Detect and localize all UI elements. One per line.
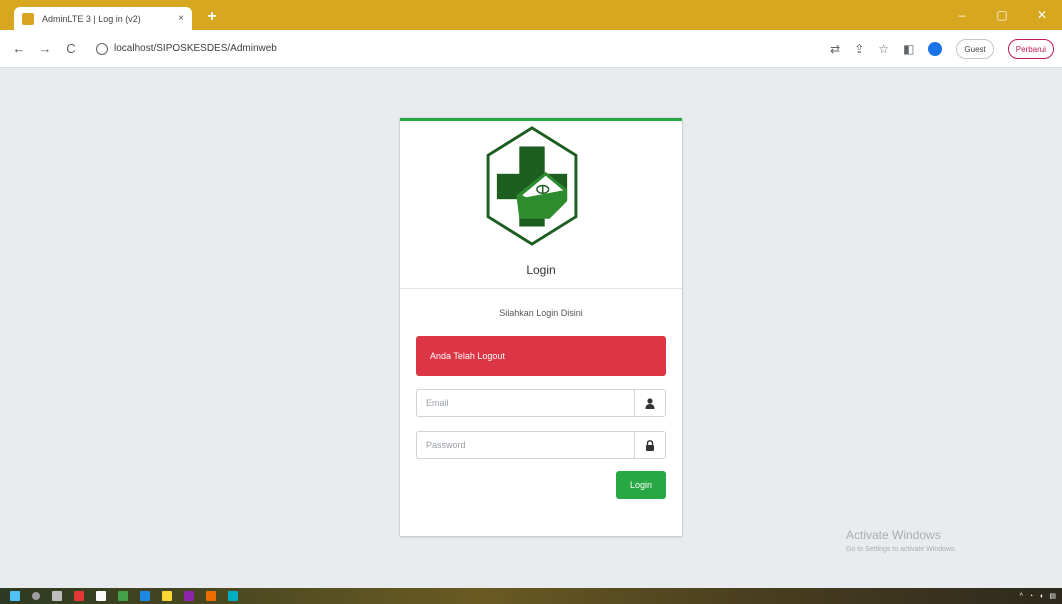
- app-icon[interactable]: [228, 591, 238, 601]
- guest-button[interactable]: Guest: [956, 39, 994, 59]
- lock-icon: [634, 431, 666, 459]
- card-body: Silahkan Login Disini Anda Telah Logout …: [400, 308, 682, 499]
- address-bar[interactable]: localhost/SIPOSKESDES/Adminweb: [90, 36, 610, 62]
- browser-toolbar: ← → C localhost/SIPOSKESDES/Adminweb ⇄ ⇪…: [0, 30, 1062, 68]
- user-icon: [634, 389, 666, 417]
- translate-icon[interactable]: ⇄: [830, 42, 840, 56]
- app-icon[interactable]: [162, 591, 172, 601]
- app-icon[interactable]: [184, 591, 194, 601]
- volume-icon[interactable]: ◖: [1039, 593, 1043, 600]
- close-window-button[interactable]: ✕: [1022, 0, 1062, 30]
- password-group: [416, 431, 666, 459]
- app-icon[interactable]: [96, 591, 106, 601]
- app-icon[interactable]: [118, 591, 128, 601]
- watermark-subtitle: Go to Settings to activate Windows.: [846, 546, 957, 553]
- new-tab-button[interactable]: +: [203, 8, 221, 26]
- browser-tab[interactable]: AdminLTE 3 | Log in (v2) ×: [14, 7, 192, 30]
- app-icon[interactable]: [140, 591, 150, 601]
- app-icon[interactable]: [74, 591, 84, 601]
- card-header: Login: [400, 121, 682, 289]
- side-panel-icon[interactable]: ◧: [903, 42, 914, 56]
- url-text[interactable]: localhost/SIPOSKESDES/Adminweb: [114, 43, 277, 54]
- share-icon[interactable]: ⇪: [854, 42, 864, 56]
- update-button[interactable]: Perbarui: [1007, 39, 1054, 59]
- watermark-title: Activate Windows: [846, 528, 941, 542]
- back-icon[interactable]: ←: [8, 41, 30, 56]
- search-icon[interactable]: [32, 592, 40, 600]
- login-button[interactable]: Login: [616, 471, 666, 499]
- site-info-icon[interactable]: [96, 42, 108, 55]
- favicon-icon: [22, 12, 34, 25]
- maximize-button[interactable]: ▢: [982, 0, 1022, 30]
- system-tray: ^ ◔ ◖ ▤: [1020, 588, 1056, 604]
- browser-titlebar: AdminLTE 3 | Log in (v2) × + – ▢ ✕: [0, 0, 1062, 30]
- windows-taskbar: ^ ◔ ◖ ▤: [0, 588, 1062, 604]
- login-card: Login Silahkan Login Disini Anda Telah L…: [400, 118, 682, 536]
- button-row: Login: [416, 471, 666, 499]
- star-icon[interactable]: ☆: [878, 42, 889, 56]
- notification-icon[interactable]: ▤: [1049, 592, 1056, 600]
- login-message: Silahkan Login Disini: [499, 308, 583, 318]
- window-controls: – ▢ ✕: [942, 0, 1062, 30]
- chevron-up-icon[interactable]: ^: [1020, 593, 1023, 600]
- app-icon[interactable]: [206, 591, 216, 601]
- forward-icon[interactable]: →: [34, 41, 56, 56]
- task-view-icon[interactable]: [52, 591, 62, 601]
- toolbar-actions: ⇄ ⇪ ☆ ◧ Guest Perbarui: [830, 30, 1054, 68]
- profile-avatar[interactable]: [928, 42, 943, 56]
- email-group: [416, 389, 666, 417]
- logout-alert: Anda Telah Logout: [416, 336, 666, 376]
- password-input[interactable]: [416, 431, 634, 459]
- start-icon[interactable]: [10, 591, 20, 601]
- minimize-button[interactable]: –: [942, 0, 982, 30]
- login-title: Login: [526, 263, 556, 277]
- logo-icon: [486, 126, 578, 246]
- tab-title: AdminLTE 3 | Log in (v2): [42, 13, 141, 24]
- reload-icon[interactable]: C: [60, 41, 82, 56]
- email-input[interactable]: [416, 389, 634, 417]
- network-icon[interactable]: ◔: [1029, 593, 1033, 600]
- activate-windows-watermark: Activate Windows Go to Settings to activ…: [846, 528, 957, 553]
- close-tab-icon[interactable]: ×: [178, 13, 184, 24]
